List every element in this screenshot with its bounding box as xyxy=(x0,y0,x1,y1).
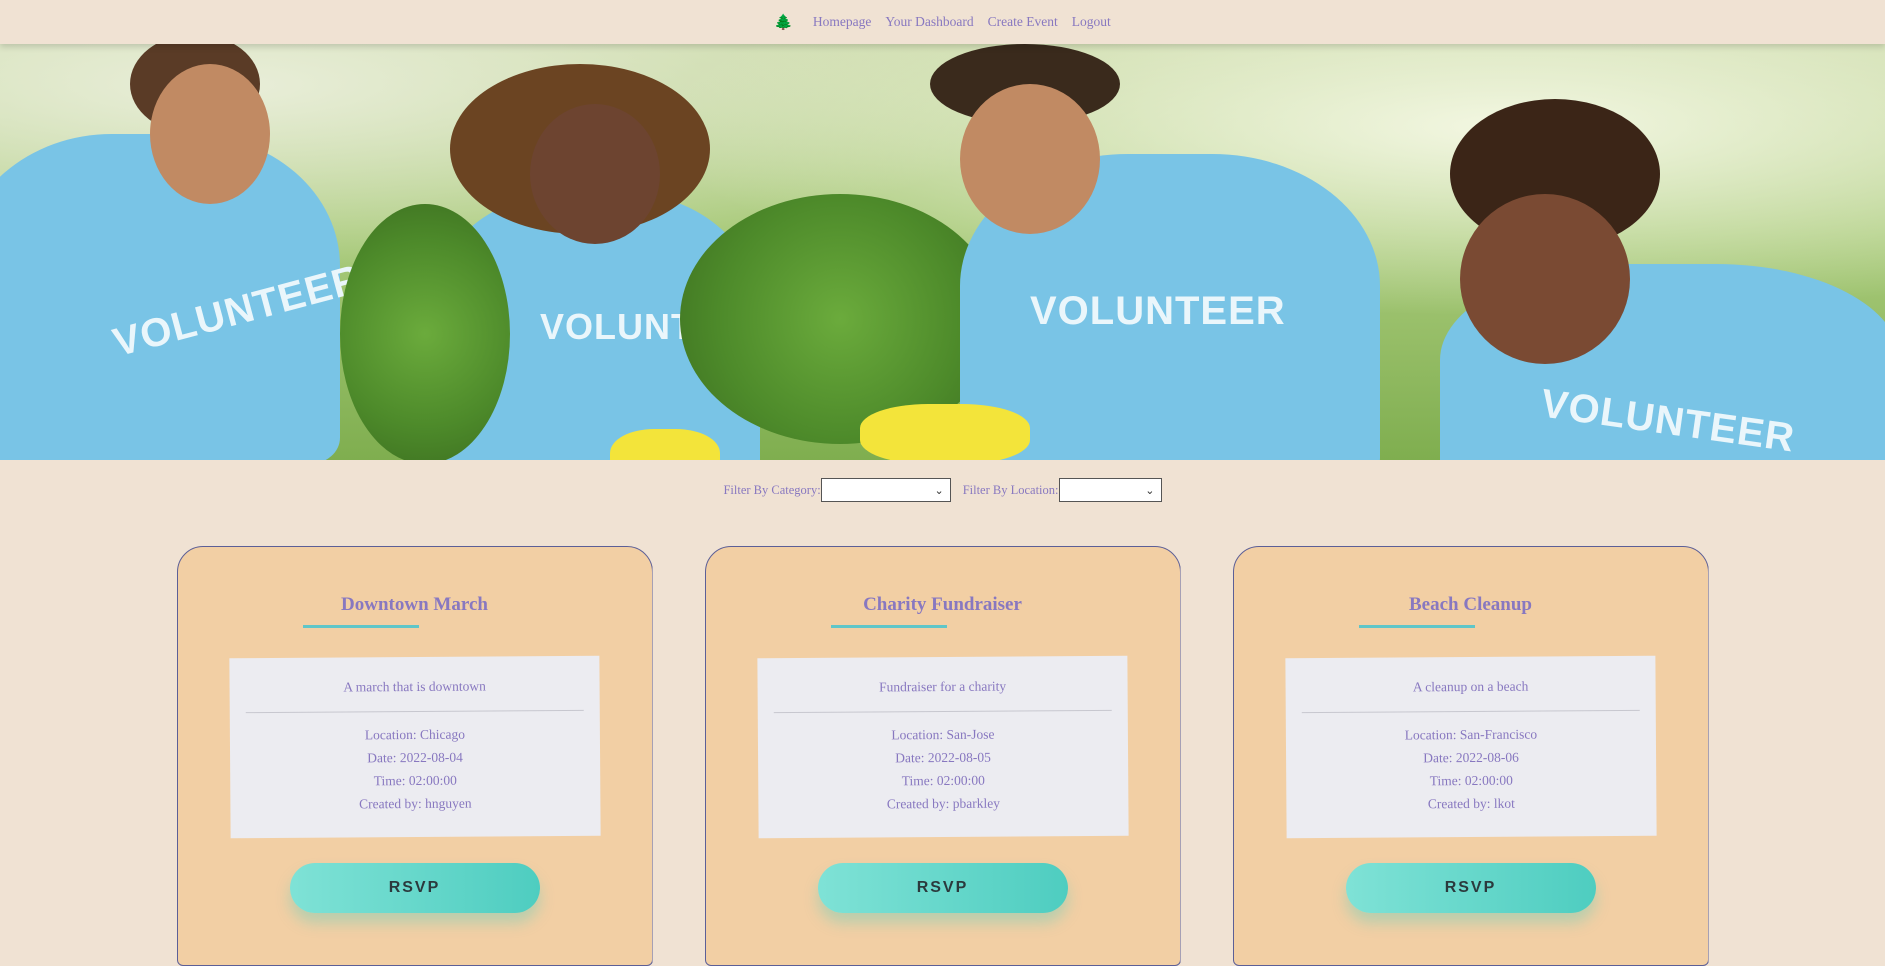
divider xyxy=(245,709,584,714)
filter-bar: Filter By Category: ⌄ Filter By Location… xyxy=(0,478,1885,502)
location-select[interactable]: ⌄ xyxy=(1058,478,1162,502)
event-details: Fundraiser for a charity Location: San-J… xyxy=(756,655,1129,839)
volunteer-head xyxy=(1460,194,1630,364)
event-time: Time: 02:00:00 xyxy=(901,772,985,789)
title-underline xyxy=(830,625,947,628)
event-description: Fundraiser for a charity xyxy=(878,678,1006,695)
rsvp-button[interactable]: RSVP xyxy=(1345,863,1596,913)
event-date: Date: 2022-08-05 xyxy=(894,749,991,766)
title-underline xyxy=(1358,625,1475,628)
volunteer-head xyxy=(530,104,660,244)
event-title: Downtown March xyxy=(341,594,488,615)
event-location: Location: San-Francisco xyxy=(1404,726,1537,743)
event-location: Location: San-Jose xyxy=(890,726,995,743)
nav-homepage-link[interactable]: Homepage xyxy=(813,14,871,30)
event-card: Beach Cleanup A cleanup on a beach Locat… xyxy=(1232,546,1709,966)
event-creator: Created by: pbarkley xyxy=(886,795,1000,812)
event-card: Charity Fundraiser Fundraiser for a char… xyxy=(704,546,1181,966)
nav-create-event-link[interactable]: Create Event xyxy=(988,14,1058,30)
rsvp-button[interactable]: RSVP xyxy=(289,863,540,913)
location-filter-label: Filter By Location: xyxy=(962,482,1059,497)
divider xyxy=(773,709,1112,714)
title-underline xyxy=(302,625,419,628)
chevron-down-icon: ⌄ xyxy=(934,484,944,497)
event-time: Time: 02:00:00 xyxy=(1429,772,1513,789)
event-description: A march that is downtown xyxy=(342,678,486,695)
category-select[interactable]: ⌄ xyxy=(820,478,951,502)
glove-image xyxy=(610,429,720,460)
event-card: Downtown March A march that is downtown … xyxy=(176,546,653,966)
event-cards: Downtown March A march that is downtown … xyxy=(0,546,1885,966)
category-filter-label: Filter By Category: xyxy=(723,482,821,497)
hero-image: VOLUNTEER VOLUNTEER VOLUNTEER VOLUNTEER xyxy=(0,44,1885,460)
volunteer-head xyxy=(150,64,270,204)
event-date: Date: 2022-08-06 xyxy=(1422,749,1519,766)
event-title: Charity Fundraiser xyxy=(863,594,1022,615)
shirt-text: VOLUNTEER xyxy=(1030,289,1286,333)
event-creator: Created by: lkot xyxy=(1427,795,1515,812)
event-date: Date: 2022-08-04 xyxy=(366,749,463,766)
event-time: Time: 02:00:00 xyxy=(373,772,457,789)
top-navbar: 🌲 Homepage Your Dashboard Create Event L… xyxy=(0,0,1885,44)
glove-image xyxy=(860,404,1030,460)
nav-logout-link[interactable]: Logout xyxy=(1072,14,1111,30)
chevron-down-icon: ⌄ xyxy=(1145,484,1155,497)
volunteer-head xyxy=(960,84,1100,234)
tree-icon[interactable]: 🌲 xyxy=(774,13,793,32)
event-title: Beach Cleanup xyxy=(1409,594,1532,615)
event-location: Location: Chicago xyxy=(364,726,465,743)
event-description: A cleanup on a beach xyxy=(1412,678,1528,695)
event-details: A cleanup on a beach Location: San-Franc… xyxy=(1284,655,1657,839)
event-details: A march that is downtown Location: Chica… xyxy=(228,655,601,839)
divider xyxy=(1301,709,1640,714)
nav-dashboard-link[interactable]: Your Dashboard xyxy=(885,14,973,30)
rsvp-button[interactable]: RSVP xyxy=(817,863,1068,913)
event-creator: Created by: hnguyen xyxy=(358,795,472,812)
plant-image xyxy=(340,204,510,460)
